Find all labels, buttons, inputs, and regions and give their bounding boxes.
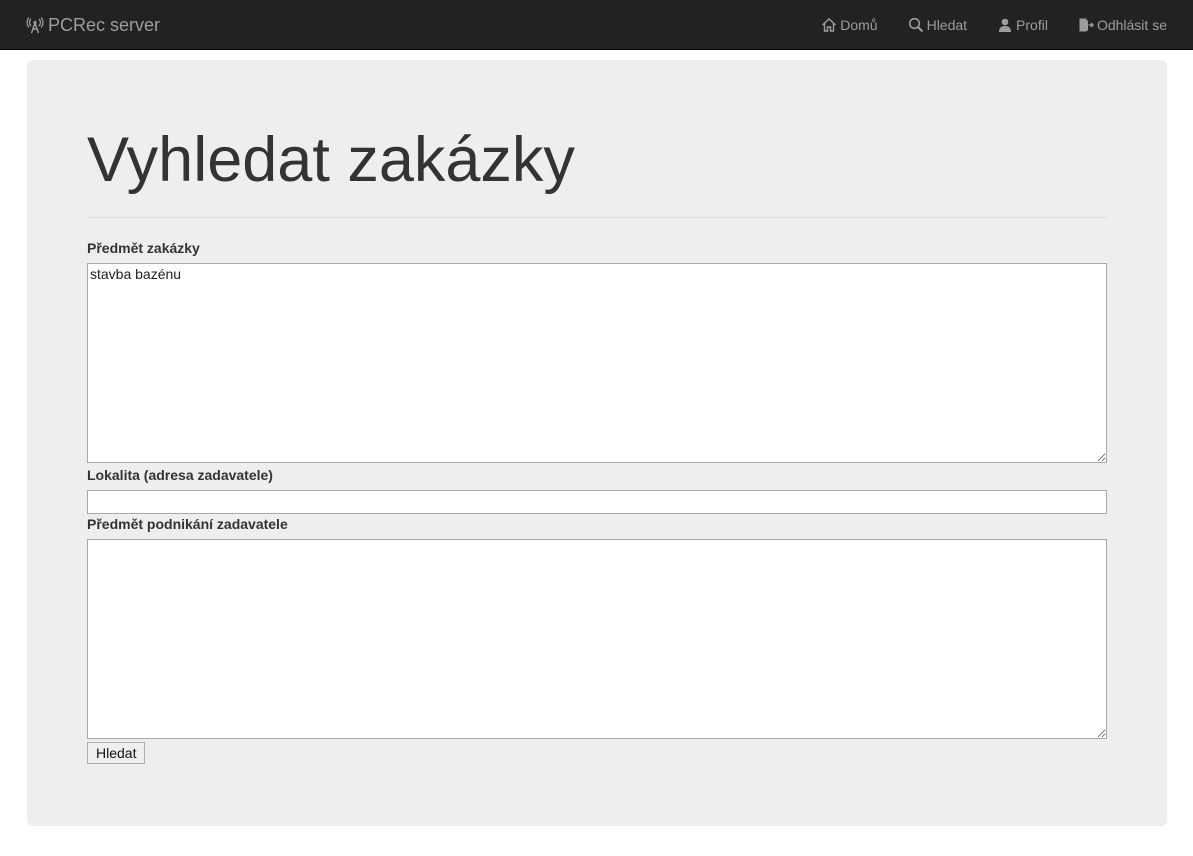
business-label: Předmět podnikání zadavatele bbox=[87, 516, 288, 532]
nav-item-label: Profil bbox=[1016, 17, 1048, 33]
log-out-icon bbox=[1078, 17, 1094, 33]
nav-item-search[interactable]: Hledat bbox=[893, 0, 982, 50]
subject-textarea[interactable]: stavba bazénu bbox=[87, 263, 1107, 463]
nav-links: Domů Hledat Profil Odhlásit se bbox=[806, 0, 1167, 50]
nav-item-label: Odhlásit se bbox=[1096, 17, 1167, 33]
nav-item-logout[interactable]: Odhlásit se bbox=[1063, 0, 1167, 50]
business-textarea[interactable] bbox=[87, 539, 1107, 739]
top-navbar: PCRec server Domů Hledat Profil Odhlásit… bbox=[0, 0, 1193, 50]
locality-input[interactable] bbox=[87, 490, 1107, 514]
locality-label: Lokalita (adresa zadavatele) bbox=[87, 467, 273, 483]
nav-item-profile[interactable]: Profil bbox=[982, 0, 1063, 50]
title-divider bbox=[87, 217, 1107, 218]
nav-item-label: Hledat bbox=[926, 17, 968, 33]
search-panel: Vyhledat zakázky Předmět zakázky stavba … bbox=[27, 60, 1167, 826]
search-button[interactable]: Hledat bbox=[87, 742, 146, 764]
user-icon bbox=[997, 17, 1013, 33]
search-icon bbox=[908, 17, 924, 33]
radio-tower-icon bbox=[26, 16, 44, 34]
page-title: Vyhledat zakázky bbox=[87, 125, 575, 195]
nav-item-label: Domů bbox=[840, 17, 878, 33]
brand-link[interactable]: PCRec server bbox=[26, 14, 160, 36]
brand-text: PCRec server bbox=[48, 14, 161, 35]
nav-item-home[interactable]: Domů bbox=[806, 0, 892, 50]
home-icon bbox=[821, 17, 837, 33]
subject-label: Předmět zakázky bbox=[87, 240, 200, 256]
